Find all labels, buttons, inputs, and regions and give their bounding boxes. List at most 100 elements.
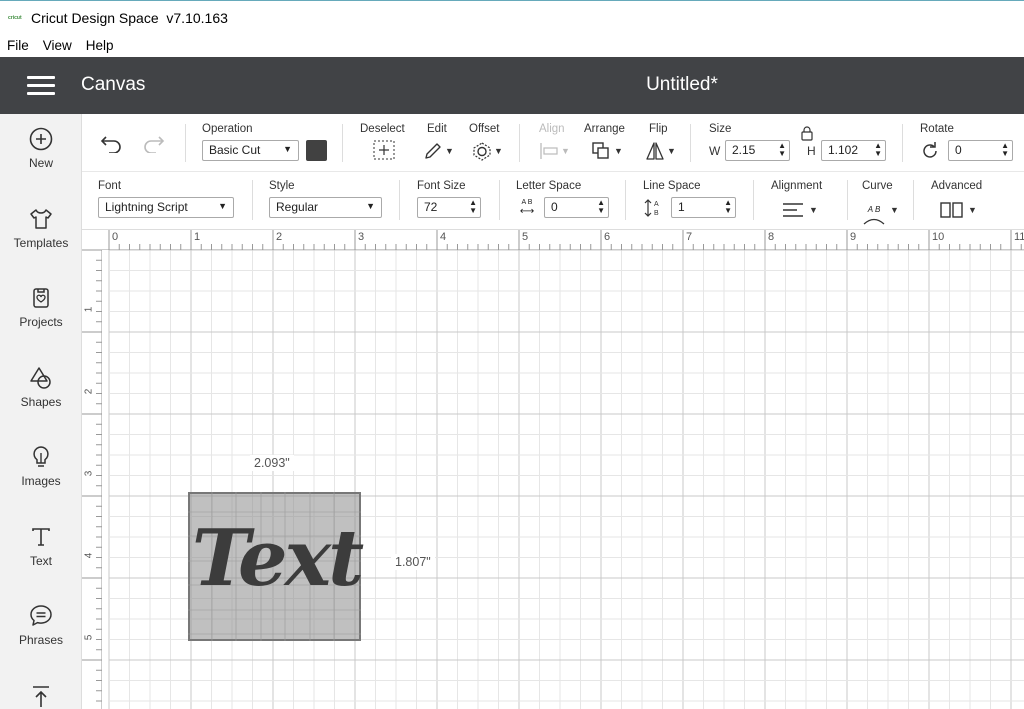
hamburger-menu-icon[interactable]	[27, 76, 55, 96]
ruler-top-number: 5	[522, 231, 529, 243]
projects-icon	[33, 288, 49, 308]
text-icon	[32, 528, 50, 546]
ruler-top-number: 1	[194, 231, 201, 243]
chevron-down-icon[interactable]: ▼	[809, 205, 818, 215]
chevron-down-icon: ▼	[366, 201, 375, 211]
alignment-label: Alignment	[771, 180, 823, 192]
curve-label: Curve	[862, 180, 893, 192]
divider	[902, 124, 903, 162]
canvas-text-content: Text	[191, 513, 364, 604]
flip-icon[interactable]	[645, 141, 665, 161]
arrange-icon[interactable]	[591, 141, 611, 161]
svg-text:A: A	[654, 201, 659, 208]
chevron-down-icon[interactable]: ▼	[494, 146, 503, 156]
menu-help[interactable]: Help	[86, 38, 114, 53]
redo-icon[interactable]	[143, 135, 165, 153]
svg-text:B: B	[654, 210, 659, 217]
divider	[753, 180, 754, 220]
chevron-down-icon[interactable]: ▼	[614, 146, 623, 156]
chevron-down-icon[interactable]: ▼	[890, 205, 899, 215]
sidebar-item-label: Text	[29, 554, 52, 568]
stepper-arrows-icon[interactable]: ▲ ▼	[597, 199, 605, 215]
section-title: Canvas	[81, 74, 146, 95]
sidebar-item-text[interactable]: Text	[0, 524, 82, 594]
divider	[399, 180, 400, 220]
ruler-top	[82, 230, 1024, 250]
width-input[interactable]: 2.15 ▲ ▼	[725, 140, 790, 161]
deselect-label: Deselect	[360, 123, 405, 135]
width-label: W	[709, 144, 721, 158]
stepper-arrows-icon[interactable]: ▲ ▼	[469, 199, 477, 215]
offset-icon[interactable]	[472, 141, 492, 161]
sidebar-item-label: Images	[21, 474, 61, 488]
line-space-label: Line Space	[643, 180, 701, 192]
operation-label: Operation	[202, 123, 253, 135]
ruler-top-number: 7	[686, 231, 693, 243]
advanced-icon[interactable]	[940, 202, 964, 218]
rotate-label: Rotate	[920, 123, 954, 135]
app-logo-icon: cricut	[8, 14, 22, 21]
curve-icon[interactable]: A B	[862, 199, 886, 225]
ruler-left-number: 4	[83, 552, 95, 559]
sidebar-item-templates[interactable]: Templates	[0, 206, 82, 276]
ruler-top-number: 10	[932, 231, 945, 243]
letter-space-input[interactable]: 0 ▲ ▼	[544, 197, 609, 218]
align-icon	[540, 143, 558, 159]
sidebar-item-projects[interactable]: Projects	[0, 285, 82, 355]
document-title: Untitled*	[646, 74, 718, 95]
sidebar-item-label: New	[28, 156, 53, 170]
shapes-icon	[30, 367, 51, 389]
divider	[847, 180, 848, 220]
sidebar-item-upload[interactable]	[0, 683, 82, 709]
arrange-label: Arrange	[584, 123, 625, 135]
deselect-icon[interactable]	[373, 140, 395, 160]
sidebar-item-label: Templates	[13, 236, 69, 250]
font-select[interactable]: Lightning Script ▼	[98, 197, 234, 218]
operation-select[interactable]: Basic Cut ▼	[202, 140, 299, 161]
window-title: Cricut Design Space v7.10.163	[31, 9, 228, 26]
font-label: Font	[98, 180, 122, 192]
pencil-icon[interactable]	[423, 141, 443, 161]
offset-label: Offset	[469, 123, 500, 135]
sidebar-item-shapes[interactable]: Shapes	[0, 365, 82, 435]
line-space-input[interactable]: 1 ▲ ▼	[671, 197, 736, 218]
style-select[interactable]: Regular ▼	[269, 197, 382, 218]
menu-bar: File View Help	[0, 34, 1024, 57]
font-size-label: Font Size	[417, 180, 466, 192]
chevron-down-icon[interactable]: ▼	[445, 146, 454, 156]
menu-view[interactable]: View	[43, 38, 72, 53]
rotate-input[interactable]: 0 ▲ ▼	[948, 140, 1013, 161]
stepper-arrows-icon[interactable]: ▲ ▼	[778, 142, 786, 158]
sidebar-item-phrases[interactable]: Phrases	[0, 603, 82, 673]
edit-label: Edit	[427, 123, 447, 135]
ruler-left-number: 2	[83, 388, 95, 395]
divider	[519, 124, 520, 162]
sidebar-item-new[interactable]: New	[0, 126, 82, 196]
chevron-down-icon: ▼	[561, 146, 570, 156]
stepper-arrows-icon[interactable]: ▲ ▼	[874, 142, 882, 158]
lock-icon[interactable]	[800, 125, 814, 141]
stepper-arrows-icon[interactable]: ▲ ▼	[724, 199, 732, 215]
undo-icon[interactable]	[100, 135, 122, 153]
ruler-top-number: 8	[768, 231, 775, 243]
font-size-input[interactable]: 72 ▲ ▼	[417, 197, 481, 218]
plus-circle-icon	[29, 127, 53, 151]
align-left-icon[interactable]	[782, 202, 804, 218]
divider	[913, 180, 914, 220]
chevron-down-icon[interactable]: ▼	[968, 205, 977, 215]
advanced-label: Advanced	[931, 180, 983, 192]
sidebar-item-images[interactable]: Images	[0, 444, 82, 514]
menu-file[interactable]: File	[7, 38, 29, 53]
letter-space-label: Letter Space	[516, 180, 582, 192]
ruler-top-ticks	[108, 230, 1022, 250]
design-canvas[interactable]: 01234567891011 123456 Text 2.093" 1.807"	[82, 230, 1024, 709]
chevron-down-icon: ▼	[218, 201, 227, 211]
height-input[interactable]: 1.102 ▲ ▼	[821, 140, 886, 161]
ruler-left-number: 3	[83, 470, 95, 477]
upload-icon	[33, 686, 49, 707]
operation-color-swatch[interactable]	[306, 140, 327, 161]
stepper-arrows-icon[interactable]: ▲ ▼	[1001, 142, 1009, 158]
speech-bubble-icon	[30, 605, 52, 626]
chevron-down-icon[interactable]: ▼	[667, 146, 676, 156]
selected-text-object[interactable]: Text	[188, 492, 364, 641]
